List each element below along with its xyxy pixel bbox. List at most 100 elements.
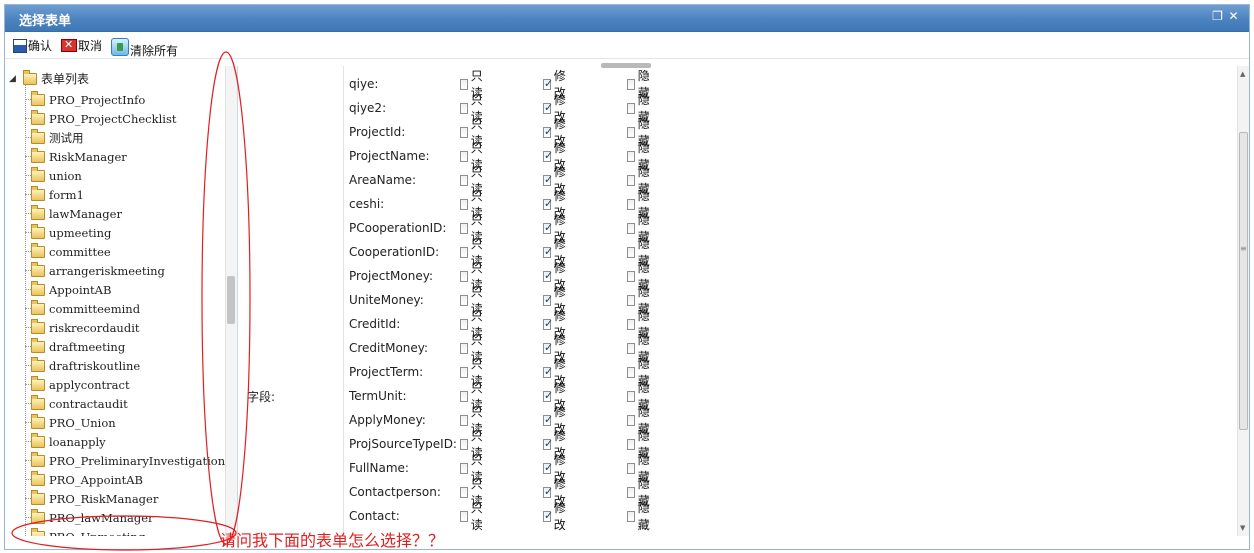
confirm-button[interactable]: 确认 — [13, 37, 52, 54]
tree-item[interactable]: 测试用 — [25, 128, 84, 147]
readonly-checkbox[interactable]: 只读 — [460, 499, 486, 533]
checkbox-box[interactable] — [543, 173, 553, 186]
cancel-button[interactable]: 取消 — [61, 37, 102, 54]
tree-item[interactable]: upmeeting — [25, 223, 111, 242]
checkbox-box[interactable] — [627, 270, 635, 282]
checkbox-box[interactable] — [627, 222, 635, 234]
checkbox-box[interactable] — [627, 294, 635, 306]
checkbox-box[interactable] — [460, 246, 468, 258]
scroll-up-arrow-icon[interactable]: ▲ — [1240, 70, 1245, 78]
checkbox-box[interactable] — [543, 149, 553, 162]
tree-item[interactable]: PRO_lawManager — [25, 508, 154, 527]
tree-item[interactable]: AppointAB — [25, 280, 111, 299]
checkbox-box[interactable] — [627, 102, 635, 114]
checkbox-box[interactable] — [460, 174, 468, 186]
tree-item[interactable]: committee — [25, 242, 111, 261]
checkbox-box[interactable] — [460, 366, 468, 378]
tree-item[interactable]: applycontract — [25, 375, 130, 394]
tree-item[interactable]: loanapply — [25, 432, 106, 451]
tree-item[interactable]: arrangeriskmeeting — [25, 261, 165, 280]
main-scrollbar-thumb[interactable] — [1239, 132, 1248, 430]
tree-item[interactable]: PRO_Upmeeting — [31, 527, 145, 536]
checkbox-box[interactable] — [543, 317, 553, 330]
checkbox-box[interactable] — [543, 197, 553, 210]
tree-item[interactable]: PRO_AppointAB — [25, 470, 143, 489]
field-name: ceshi: — [349, 197, 385, 211]
checkbox-box[interactable] — [543, 485, 553, 498]
tree-item[interactable]: PRO_ProjectInfo — [25, 90, 145, 109]
checkbox-box[interactable] — [460, 198, 468, 210]
checkbox-box[interactable] — [543, 77, 553, 90]
checkbox-box[interactable] — [460, 222, 468, 234]
checkbox-box[interactable] — [627, 486, 635, 498]
checkbox-box[interactable] — [543, 269, 553, 282]
tree-item[interactable]: PRO_PreliminaryInvestigation — [25, 451, 225, 470]
checkbox-box[interactable] — [543, 389, 553, 402]
checkbox-box[interactable] — [627, 198, 635, 210]
tree-item[interactable]: PRO_Union — [25, 413, 116, 432]
checkbox-box[interactable] — [460, 78, 468, 90]
field-name: TermUnit: — [349, 389, 407, 403]
tree-item[interactable]: union — [25, 166, 82, 185]
checkbox-box[interactable] — [543, 461, 553, 474]
checkbox-box[interactable] — [460, 126, 468, 138]
checkbox-box[interactable] — [460, 318, 468, 330]
checkbox-box[interactable] — [627, 510, 635, 522]
tree-item[interactable]: lawManager — [25, 204, 122, 223]
checkbox-box[interactable] — [460, 414, 468, 426]
checkbox-box[interactable] — [627, 390, 635, 402]
checkbox-box[interactable] — [627, 246, 635, 258]
checkbox-box[interactable] — [627, 438, 635, 450]
checkbox-box[interactable] — [460, 438, 468, 450]
checkbox-box[interactable] — [627, 126, 635, 138]
tree-item[interactable]: RiskManager — [25, 147, 127, 166]
checkbox-box[interactable] — [627, 462, 635, 474]
checkbox-box[interactable] — [460, 510, 468, 522]
tree-item[interactable]: committeemind — [25, 299, 140, 318]
checkbox-box[interactable] — [543, 509, 553, 522]
checkbox-box[interactable] — [543, 293, 553, 306]
checkbox-box[interactable] — [543, 125, 553, 138]
title-bar: 选择表单 ❐ ✕ — [5, 5, 1249, 32]
tree-item[interactable]: draftriskoutline — [25, 356, 140, 375]
checkbox-box[interactable] — [627, 78, 635, 90]
checkbox-box[interactable] — [627, 414, 635, 426]
tree-item[interactable]: riskrecordaudit — [25, 318, 140, 337]
checkbox-box[interactable] — [460, 486, 468, 498]
collapse-arrow-icon[interactable]: ◢ — [9, 74, 23, 84]
checkbox-box[interactable] — [543, 365, 553, 378]
checkbox-box[interactable] — [460, 462, 468, 474]
restore-icon[interactable]: ❐ — [1212, 10, 1223, 22]
checkbox-box[interactable] — [543, 101, 553, 114]
tree-item[interactable]: PRO_ProjectChecklist — [25, 109, 176, 128]
checkbox-box[interactable] — [627, 150, 635, 162]
checkbox-box[interactable] — [460, 390, 468, 402]
checkbox-box[interactable] — [627, 366, 635, 378]
checkbox-box[interactable] — [543, 341, 553, 354]
checkbox-box[interactable] — [543, 413, 553, 426]
checkbox-box[interactable] — [543, 437, 553, 450]
main-scrollbar[interactable]: ▲ ≡ ▼ — [1237, 66, 1249, 536]
tree-scrollbar[interactable] — [225, 66, 237, 536]
checkbox-box[interactable] — [460, 294, 468, 306]
checkbox-box[interactable] — [543, 221, 553, 234]
clear-all-button[interactable]: 清除所有 — [111, 34, 178, 59]
close-icon[interactable]: ✕ — [1228, 10, 1239, 22]
tree-root[interactable]: ◢ 表单列表 — [9, 69, 89, 87]
tree-scrollbar-thumb[interactable] — [227, 276, 235, 324]
checkbox-box[interactable] — [460, 150, 468, 162]
tree-item[interactable]: contractaudit — [25, 394, 128, 413]
scroll-down-arrow-icon[interactable]: ▼ — [1240, 524, 1245, 532]
checkbox-box[interactable] — [460, 270, 468, 282]
checkbox-box[interactable] — [627, 174, 635, 186]
hidden-checkbox[interactable]: 隐藏 — [627, 499, 653, 533]
checkbox-box[interactable] — [543, 245, 553, 258]
tree-item[interactable]: form1 — [25, 185, 84, 204]
tree-item[interactable]: draftmeeting — [25, 337, 125, 356]
checkbox-box[interactable] — [460, 342, 468, 354]
checkbox-box[interactable] — [627, 342, 635, 354]
tree-item[interactable]: PRO_RiskManager — [25, 489, 158, 508]
modify-checkbox[interactable]: 修改 — [543, 499, 569, 533]
checkbox-box[interactable] — [460, 102, 468, 114]
checkbox-box[interactable] — [627, 318, 635, 330]
